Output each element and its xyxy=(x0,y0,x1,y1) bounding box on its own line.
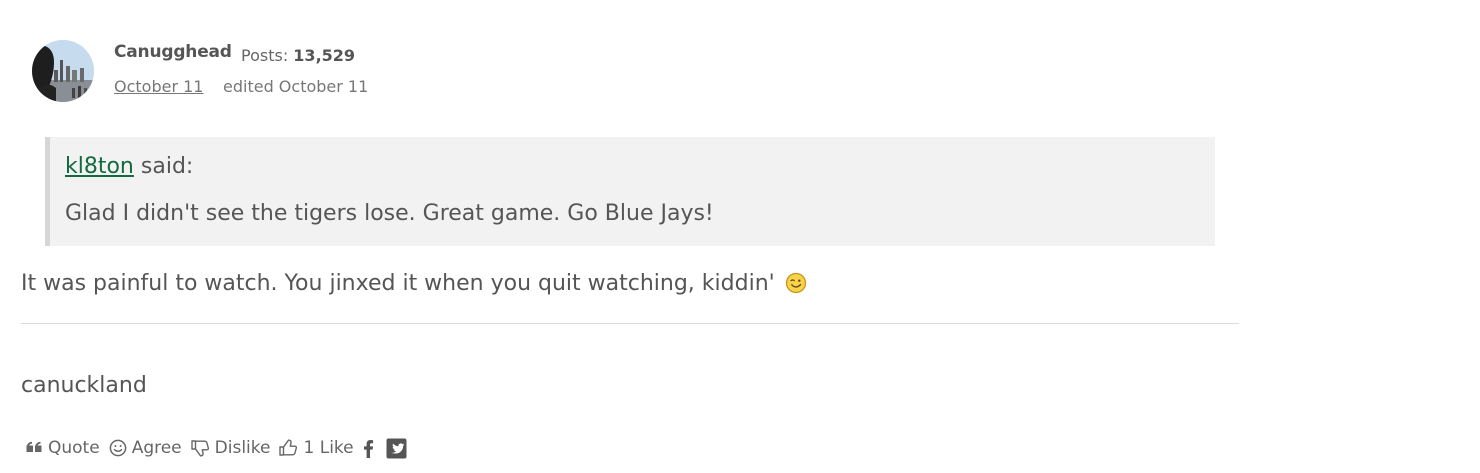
twitter-icon xyxy=(386,438,407,458)
signature-divider xyxy=(21,323,1239,324)
share-facebook-button[interactable] xyxy=(363,439,374,458)
dislike-button-label: Dislike xyxy=(214,438,271,458)
quote-button-label: Quote xyxy=(48,438,100,458)
post-actions: Quote Agree Dislike 1 Like xyxy=(26,436,419,460)
smile-icon xyxy=(109,439,127,457)
quote-said-label: said: xyxy=(140,154,194,179)
quoted-user-link[interactable]: kl8ton xyxy=(65,154,134,179)
like-button[interactable]: 1 Like xyxy=(279,438,354,458)
quote-text: Glad I didn't see the tigers lose. Great… xyxy=(65,201,714,226)
posts-label: Posts: xyxy=(241,46,289,65)
quote-header: kl8ton said: xyxy=(65,154,193,179)
signature: canuckland xyxy=(21,373,147,398)
quote-button[interactable]: Quote xyxy=(26,438,100,458)
edited-note: edited October 11 xyxy=(223,77,369,96)
facebook-icon xyxy=(363,439,373,458)
quote-block: kl8ton said: Glad I didn't see the tiger… xyxy=(45,137,1215,246)
like-button-label: Like xyxy=(319,438,354,458)
author-name-link[interactable]: Canugghead xyxy=(114,42,232,62)
dislike-button[interactable]: Dislike xyxy=(190,438,271,458)
avatar-photo xyxy=(32,40,94,102)
post-date-link[interactable]: October 11 xyxy=(114,77,203,96)
share-twitter-button[interactable] xyxy=(386,438,407,459)
post-count: Posts: 13,529 xyxy=(241,46,355,65)
avatar[interactable] xyxy=(32,40,94,102)
post-body: It was painful to watch. You jinxed it w… xyxy=(21,271,807,300)
winking-face-icon xyxy=(785,272,807,300)
agree-button[interactable]: Agree xyxy=(109,438,182,458)
like-count: 1 xyxy=(303,438,315,458)
post-body-text: It was painful to watch. You jinxed it w… xyxy=(21,271,775,296)
quote-icon xyxy=(26,441,42,452)
thumbs-up-icon xyxy=(279,439,298,456)
agree-button-label: Agree xyxy=(131,438,182,458)
posts-count-value: 13,529 xyxy=(293,46,356,65)
thumbs-down-icon xyxy=(190,440,209,457)
